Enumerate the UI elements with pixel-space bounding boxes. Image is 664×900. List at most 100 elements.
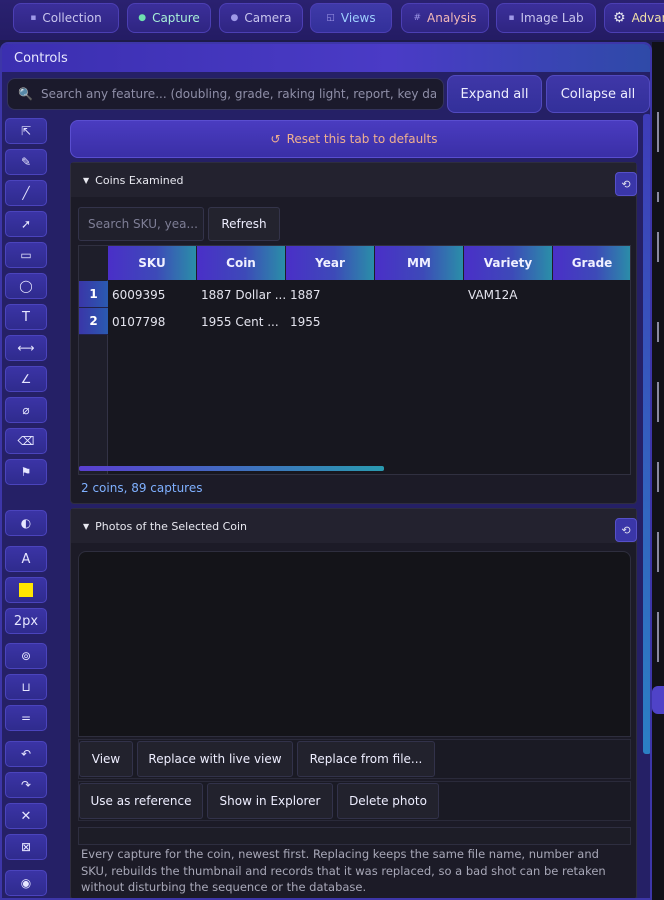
cell-sku[interactable]: 0107798 bbox=[110, 308, 196, 335]
refresh-button[interactable]: Refresh bbox=[208, 207, 280, 241]
panel-title: Controls bbox=[2, 44, 650, 72]
diameter-tool-icon[interactable]: ⌀ bbox=[5, 397, 47, 423]
cell-grade[interactable] bbox=[555, 308, 630, 335]
replace-live-view-button[interactable]: Replace with live view bbox=[137, 741, 293, 777]
color-swatch bbox=[19, 583, 33, 597]
tab-label: Views bbox=[340, 11, 376, 25]
line-tool-icon[interactable]: ╱ bbox=[5, 180, 47, 206]
side-dock-tab[interactable] bbox=[652, 686, 664, 714]
target-icon[interactable]: ⊚ bbox=[5, 643, 47, 669]
row-number[interactable]: 1 bbox=[79, 281, 108, 308]
cell-year[interactable]: 1955 bbox=[288, 308, 374, 335]
cell-coin[interactable]: 1887 Dollar ... bbox=[199, 281, 285, 308]
panel-scrollbar-thumb[interactable] bbox=[643, 114, 650, 754]
table-horizontal-scrollbar[interactable] bbox=[79, 466, 384, 471]
tab-camera[interactable]: ● Camera bbox=[219, 3, 303, 33]
tab-advanced[interactable]: ⚙ Advan bbox=[604, 3, 664, 33]
text-tool-icon[interactable]: T bbox=[5, 304, 47, 330]
column-header-grade[interactable]: Grade bbox=[553, 246, 630, 280]
use-as-reference-button[interactable]: Use as reference bbox=[79, 783, 203, 819]
search-input[interactable] bbox=[40, 87, 436, 101]
cell-mm[interactable] bbox=[377, 281, 463, 308]
cell-variety[interactable] bbox=[466, 308, 552, 335]
collapse-triangle-icon: ▼ bbox=[83, 521, 90, 531]
undo-icon[interactable]: ↶ bbox=[5, 741, 47, 767]
select-tool-icon[interactable]: ⇱ bbox=[5, 118, 47, 144]
stroke-width-button[interactable]: 2px bbox=[5, 608, 47, 634]
search-icon: 🔍 bbox=[18, 87, 33, 101]
coins-section-header[interactable]: ▼ Coins Examined bbox=[71, 163, 636, 197]
coins-status-text: 2 coins, 89 captures bbox=[81, 481, 203, 495]
section-title: Coins Examined bbox=[95, 173, 184, 187]
tab-label: Analysis bbox=[427, 11, 477, 25]
rectangle-tool-icon[interactable]: ▭ bbox=[5, 242, 47, 268]
equal-icon[interactable]: = bbox=[5, 705, 47, 731]
clear-icon[interactable]: ✕ bbox=[5, 803, 47, 829]
table-corner bbox=[79, 246, 108, 280]
cell-coin[interactable]: 1955 Cent ... bbox=[199, 308, 285, 335]
section-title: Photos of the Selected Coin bbox=[95, 519, 248, 533]
circle-tool-icon[interactable]: ◯ bbox=[5, 273, 47, 299]
image-lab-icon: ▪ bbox=[508, 13, 515, 23]
column-header-coin[interactable]: Coin bbox=[197, 246, 286, 280]
top-tab-bar: ▪ Collection ● Capture ● Camera ◱ Views … bbox=[0, 0, 664, 40]
tab-label: Collection bbox=[42, 11, 102, 25]
capture-icon: ● bbox=[138, 13, 147, 23]
analysis-icon: # bbox=[413, 13, 422, 23]
clear-all-icon[interactable]: ⊠ bbox=[5, 834, 47, 860]
edge-mark bbox=[657, 462, 659, 492]
photo-thumbnail-area[interactable] bbox=[78, 551, 631, 737]
tab-collection[interactable]: ▪ Collection bbox=[13, 3, 119, 33]
collapse-all-button[interactable]: Collapse all bbox=[546, 75, 650, 113]
column-header-sku[interactable]: SKU bbox=[108, 246, 197, 280]
edge-mark bbox=[657, 382, 659, 422]
coin-search-input[interactable] bbox=[88, 217, 198, 231]
tab-image-lab[interactable]: ▪ Image Lab bbox=[496, 3, 596, 33]
contrast-icon[interactable]: ◐ bbox=[5, 510, 47, 536]
view-photo-button[interactable]: View bbox=[79, 741, 133, 777]
row-number[interactable]: 2 bbox=[79, 308, 108, 335]
tab-label: Camera bbox=[244, 11, 292, 25]
cell-grade[interactable] bbox=[555, 281, 630, 308]
section-reset-icon[interactable]: ⟲ bbox=[615, 518, 637, 542]
tab-views[interactable]: ◱ Views bbox=[310, 3, 392, 33]
color-swatch-button[interactable] bbox=[5, 577, 47, 603]
angle-tool-icon[interactable]: ∠ bbox=[5, 366, 47, 392]
coin-search-field[interactable] bbox=[78, 207, 204, 241]
controls-panel: Controls 🔍 Expand all Collapse all ⇱ ✎ ╱… bbox=[0, 42, 652, 900]
align-icon[interactable]: ⊔ bbox=[5, 674, 47, 700]
feature-search[interactable]: 🔍 bbox=[7, 78, 444, 110]
arrow-tool-icon[interactable]: ➚ bbox=[5, 211, 47, 237]
camera-icon: ● bbox=[230, 13, 239, 23]
tab-analysis[interactable]: # Analysis bbox=[401, 3, 489, 33]
replace-from-file-button[interactable]: Replace from file... bbox=[297, 741, 435, 777]
cell-variety[interactable]: VAM12A bbox=[466, 281, 552, 308]
flag-tool-icon[interactable]: ⚑ bbox=[5, 459, 47, 485]
delete-photo-button[interactable]: Delete photo bbox=[337, 783, 439, 819]
column-header-variety[interactable]: Variety bbox=[464, 246, 553, 280]
cell-mm[interactable] bbox=[377, 308, 463, 335]
cell-year[interactable]: 1887 bbox=[288, 281, 374, 308]
photos-section-header[interactable]: ▼ Photos of the Selected Coin bbox=[71, 509, 636, 543]
tab-capture[interactable]: ● Capture bbox=[127, 3, 211, 33]
edge-mark bbox=[657, 532, 659, 572]
tab-label: Capture bbox=[152, 11, 200, 25]
gear-icon: ⚙ bbox=[613, 10, 626, 26]
reset-icon: ↺ bbox=[270, 132, 281, 146]
cell-sku[interactable]: 6009395 bbox=[110, 281, 196, 308]
section-reset-icon[interactable]: ⟲ bbox=[615, 172, 637, 196]
column-header-year[interactable]: Year bbox=[286, 246, 375, 280]
show-in-explorer-button[interactable]: Show in Explorer bbox=[207, 783, 333, 819]
measure-tool-icon[interactable]: ⟷ bbox=[5, 335, 47, 361]
expand-all-button[interactable]: Expand all bbox=[447, 75, 542, 113]
edge-mark bbox=[657, 112, 659, 152]
pen-tool-icon[interactable]: ✎ bbox=[5, 149, 47, 175]
tab-label: Advan bbox=[631, 11, 664, 25]
eraser-tool-icon[interactable]: ⌫ bbox=[5, 428, 47, 454]
column-header-mm[interactable]: MM bbox=[375, 246, 464, 280]
redo-icon[interactable]: ↷ bbox=[5, 772, 47, 798]
font-button[interactable]: A bbox=[5, 546, 47, 572]
reset-tab-button[interactable]: ↺ Reset this tab to defaults bbox=[70, 120, 638, 158]
record-icon[interactable]: ◉ bbox=[5, 870, 47, 896]
edge-mark bbox=[657, 322, 659, 342]
